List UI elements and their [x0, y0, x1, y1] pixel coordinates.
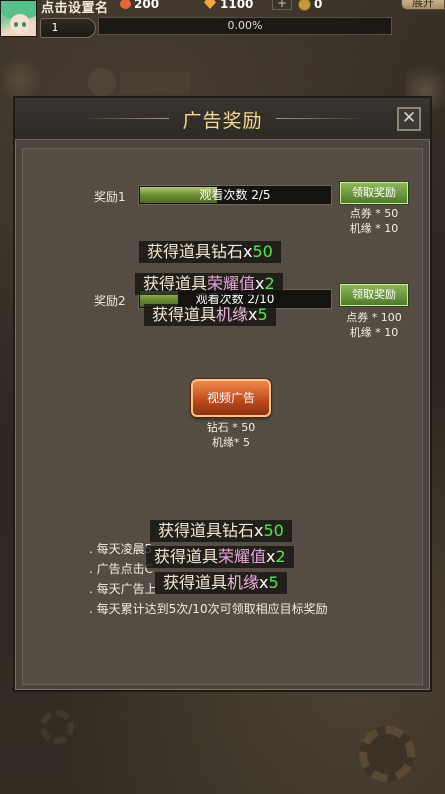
settings-gear-icon[interactable] [359, 726, 415, 782]
progress-text: 观看次数 2/5 [199, 188, 271, 202]
reward-label: 奖励2 [94, 294, 126, 308]
avatar-eye [22, 22, 26, 27]
dialog-title: 广告奖励 [182, 110, 263, 132]
item-obtained-toast: 获得道具荣耀值x2 [135, 273, 283, 295]
rule-item: . 每天累计达到5次/10次可领取相应目标奖励 [89, 602, 328, 616]
video-reward-description: 钻石 * 50 机缘* 5 [173, 420, 289, 450]
level-badge: 1 [40, 18, 96, 38]
item-obtained-toast: 获得道具钻石x50 [150, 520, 292, 542]
background-sign [120, 72, 190, 94]
toast-multiplier: x [243, 242, 253, 261]
toast-prefix: 获得道具 [143, 274, 208, 293]
coin-currency: 0 [298, 0, 322, 11]
add-currency-button[interactable]: + [272, 0, 292, 10]
toast-prefix: 获得道具 [154, 547, 219, 566]
ad-reward-dialog: 广告奖励 ✕ 奖励1 观看次数 2/5 领取奖励 点券 * 50 机缘 * 10… [13, 96, 432, 692]
video-reward-line: 钻石 * 50 [206, 421, 256, 434]
toast-quantity: 5 [268, 573, 279, 592]
toast-quantity: 50 [263, 521, 284, 540]
toast-item: 机缘 [216, 305, 249, 324]
toast-item: 钻石 [222, 521, 255, 540]
close-button[interactable]: ✕ [397, 107, 421, 131]
toast-quantity: 5 [257, 305, 268, 324]
coin-icon [298, 0, 311, 11]
reward-label: 奖励1 [94, 190, 126, 204]
dialog-header: 广告奖励 ✕ [15, 98, 430, 140]
avatar[interactable] [0, 0, 37, 37]
background-gear-icon [40, 710, 74, 744]
dialog-body: 奖励1 观看次数 2/5 领取奖励 点券 * 50 机缘 * 10 奖励2 观看… [22, 148, 423, 685]
heart-currency: 200 [120, 0, 159, 11]
claim-reward-button[interactable]: 领取奖励 [340, 182, 408, 204]
toast-quantity: 2 [275, 547, 286, 566]
coin-value: 0 [314, 0, 323, 11]
toast-multiplier: x [255, 274, 265, 293]
toast-prefix: 获得道具 [147, 242, 212, 261]
claim-reward-button[interactable]: 领取奖励 [340, 284, 408, 306]
toast-item: 荣耀值 [207, 274, 256, 293]
toast-multiplier: x [254, 521, 264, 540]
top-hud: 点击设置名 200 1100 + 0 展开 1 0.00% [0, 0, 445, 42]
toast-multiplier: x [266, 547, 276, 566]
level-value: 1 [51, 21, 59, 34]
title-decoration [276, 118, 366, 119]
reward-desc-line: 点券 * 50 [349, 207, 399, 220]
reward-description: 点券 * 50 机缘 * 10 [323, 206, 425, 236]
toast-quantity: 50 [252, 242, 273, 261]
toast-prefix: 获得道具 [152, 305, 217, 324]
toast-prefix: 获得道具 [163, 573, 228, 592]
toast-quantity: 2 [264, 274, 275, 293]
avatar-face [10, 14, 30, 34]
player-name[interactable]: 点击设置名 [41, 0, 109, 16]
expand-button[interactable]: 展开 [401, 0, 445, 10]
heart-value: 200 [134, 0, 160, 11]
reward-desc-line: 点券 * 100 [346, 311, 402, 324]
reward-description: 点券 * 100 机缘 * 10 [323, 310, 425, 340]
reward-progress-bar: 观看次数 2/5 [138, 185, 332, 205]
diamond-icon [204, 0, 216, 9]
toast-item: 钻石 [211, 242, 244, 261]
item-obtained-toast: 获得道具荣耀值x2 [146, 546, 294, 568]
heart-icon [120, 0, 131, 9]
item-obtained-toast: 获得道具机缘x5 [144, 304, 276, 326]
toast-item: 荣耀值 [218, 547, 267, 566]
watch-video-ad-button[interactable]: 视频广告 [191, 379, 271, 417]
background-sign-icon [88, 68, 116, 96]
diamond-value: 1100 [220, 0, 254, 11]
video-reward-line: 机缘* 5 [212, 436, 250, 449]
experience-percent: 0.00% [227, 19, 263, 32]
toast-prefix: 获得道具 [158, 521, 223, 540]
item-obtained-toast: 获得道具钻石x50 [139, 241, 281, 263]
toast-item: 机缘 [227, 573, 260, 592]
toast-multiplier: x [259, 573, 269, 592]
item-obtained-toast: 获得道具机缘x5 [155, 572, 287, 594]
reward-desc-line: 机缘 * 10 [349, 326, 399, 339]
reward-desc-line: 机缘 * 10 [349, 222, 399, 235]
avatar-eye [14, 22, 18, 27]
diamond-currency: 1100 [204, 0, 253, 11]
toast-multiplier: x [248, 305, 258, 324]
experience-bar: 0.00% [98, 17, 392, 35]
